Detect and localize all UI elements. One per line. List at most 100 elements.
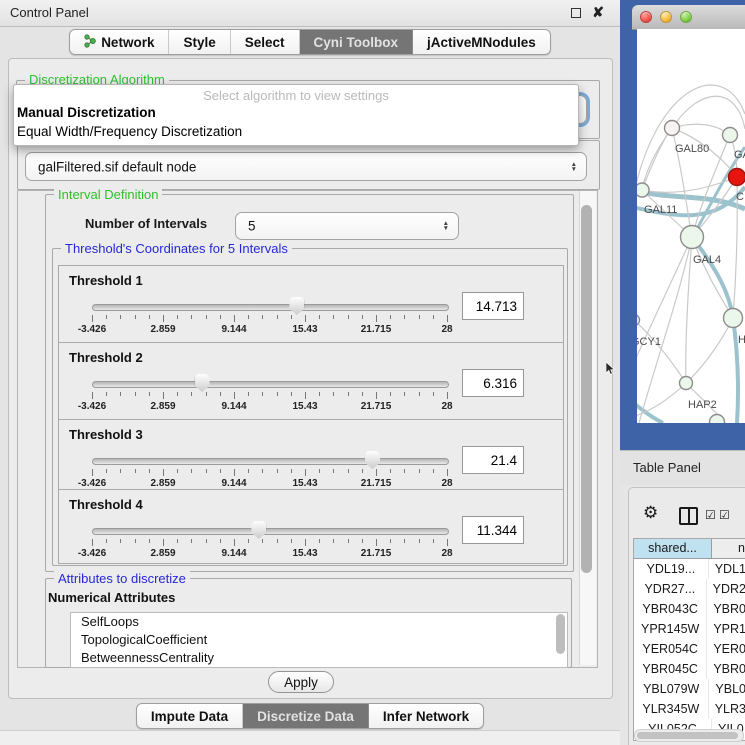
cell-name[interactable]: YPR1 (707, 619, 745, 639)
threshold-value-field[interactable]: 14.713 (462, 292, 524, 320)
threshold-value-field[interactable]: 6.316 (462, 369, 524, 397)
tick-mark (390, 315, 391, 319)
table-row[interactable]: YER054CYER0 (634, 639, 745, 659)
table-row[interactable]: YBR043CYBR0 (634, 599, 745, 619)
horizontal-scrollbar-track[interactable] (634, 729, 744, 742)
network-node-gal80[interactable] (665, 121, 680, 136)
tab-infer-network[interactable]: Infer Network (369, 704, 483, 728)
attribute-item-betweennesscentrality[interactable]: BetweennessCentrality (71, 649, 567, 667)
cell-name[interactable]: YDL1 (709, 559, 745, 579)
tab-discretize-data[interactable]: Discretize Data (243, 704, 369, 728)
tick-label: 21.715 (361, 548, 392, 559)
network-node-gal11[interactable] (637, 183, 649, 197)
tab-select[interactable]: Select (231, 30, 300, 54)
cell-shared-name[interactable]: YBR045C (634, 659, 707, 679)
panel-title: Control Panel (10, 5, 89, 20)
tick-mark (319, 392, 320, 396)
numerical-attributes-list[interactable]: SelfLoopsTopologicalCoefficientBetweenne… (70, 612, 568, 668)
zoom-traffic-light-icon[interactable] (680, 11, 692, 23)
cell-name[interactable]: YLR3 (709, 699, 745, 719)
cell-name[interactable]: YER0 (707, 639, 745, 659)
tick-mark (362, 392, 363, 396)
cell-shared-name[interactable]: YDL19... (634, 559, 709, 579)
cell-shared-name[interactable]: YER054C (634, 639, 707, 659)
checkbox-icon[interactable]: ☑ (719, 508, 730, 522)
tick-mark (333, 539, 334, 543)
tick-mark (220, 539, 221, 543)
attribute-item-topologicalcoefficient[interactable]: TopologicalCoefficient (71, 631, 567, 649)
cell-shared-name[interactable]: YDR27... (634, 579, 707, 599)
table-row[interactable]: YLR345WYLR3 (634, 699, 745, 719)
apply-button[interactable]: Apply (268, 671, 334, 693)
network-node-gal4[interactable] (681, 226, 704, 249)
slider-track[interactable] (92, 458, 449, 465)
threshold-value-field[interactable]: 11.344 (462, 516, 524, 544)
slider-thumb[interactable] (195, 374, 210, 392)
tick-label: 2.859 (150, 548, 175, 559)
cell-name[interactable]: YBR0 (707, 599, 745, 619)
horizontal-scrollbar-thumb[interactable] (637, 732, 738, 739)
float-window-icon[interactable] (571, 8, 581, 18)
tab-impute-data[interactable]: Impute Data (137, 704, 243, 728)
minimize-traffic-light-icon[interactable] (660, 11, 672, 23)
close-icon[interactable]: ✘ (592, 4, 604, 21)
table-data-combo[interactable]: galFiltered.sif default node ▲▼ (25, 152, 587, 181)
gear-icon[interactable]: ⚙ (643, 503, 658, 523)
tick-label: 9.144 (221, 478, 246, 489)
threshold-label: Threshold 4 (69, 497, 143, 512)
gray-edge (692, 237, 733, 318)
slider-thumb[interactable] (251, 521, 266, 539)
cell-shared-name[interactable]: YBL079W (634, 679, 709, 699)
slider-track[interactable] (92, 381, 449, 388)
cell-name[interactable]: YBL0 (709, 679, 745, 699)
network-node-c[interactable] (729, 169, 745, 186)
attribute-item-selfloops[interactable]: SelfLoops (71, 613, 567, 631)
tick-mark (92, 392, 93, 399)
tick-mark (305, 539, 306, 546)
network-canvas[interactable]: GAL80GALCGAL11GAL4GCY1HAHAP2 (637, 29, 745, 423)
table-row[interactable]: YBL079WYBL0 (634, 679, 745, 699)
cell-shared-name[interactable]: YBR043C (634, 599, 707, 619)
slider-track[interactable] (92, 304, 449, 311)
dropdown-option-equal-width-frequency[interactable]: Equal Width/Frequency Discretization (17, 124, 242, 139)
slider-track[interactable] (92, 528, 449, 535)
network-node-hap2[interactable] (680, 377, 693, 390)
number-of-intervals-combo[interactable]: 5 ▲▼ (235, 212, 459, 240)
cell-name[interactable]: YDR2 (707, 579, 745, 599)
network-node-ha[interactable] (724, 309, 743, 328)
table-row[interactable]: YPR145WYPR1 (634, 619, 745, 639)
tab-label: Select (245, 35, 285, 50)
dropdown-option-manual-discretization[interactable]: Manual Discretization (17, 105, 156, 120)
tab-cyni-toolbox[interactable]: Cyni Toolbox (300, 30, 414, 54)
table-data-combo-value: galFiltered.sif default node (38, 159, 196, 174)
tick-mark (419, 315, 420, 319)
checkbox-icon[interactable]: ☑ (705, 508, 716, 522)
column-header-name[interactable]: n (712, 539, 745, 558)
cell-name[interactable]: YBR0 (707, 659, 745, 679)
threshold-value-field[interactable]: 21.4 (462, 446, 524, 474)
column-header-shared-name[interactable]: shared... (634, 539, 712, 558)
vertical-scrollbar-thumb[interactable] (581, 205, 592, 573)
table-row[interactable]: YBR045CYBR0 (634, 659, 745, 679)
columns-icon[interactable] (679, 507, 698, 525)
tick-mark (419, 392, 420, 396)
node-attribute-table[interactable]: shared...nYDL19...YDL1YDR27...YDR2YBR043… (633, 538, 745, 741)
cell-shared-name[interactable]: YLR345W (634, 699, 709, 719)
table-row[interactable]: YDL19...YDL1 (634, 559, 745, 579)
slider-thumb[interactable] (289, 297, 304, 315)
attributes-scrollbar-thumb[interactable] (556, 614, 565, 654)
tab-jactivemnodules[interactable]: jActiveMNodules (413, 30, 550, 54)
close-traffic-light-icon[interactable] (640, 11, 652, 23)
network-node-gal[interactable] (723, 128, 738, 143)
slider-thumb[interactable] (365, 451, 380, 469)
network-node-gcy1[interactable] (637, 315, 640, 326)
network-node-8[interactable] (710, 415, 725, 424)
combo-arrows-icon: ▲▼ (571, 162, 577, 172)
table-row[interactable]: YDR27...YDR2 (634, 579, 745, 599)
threshold-coordinates-legend: Threshold's Coordinates for 5 Intervals (61, 241, 292, 256)
tab-network[interactable]: Network (70, 30, 169, 54)
tick-mark (319, 539, 320, 543)
cell-shared-name[interactable]: YPR145W (634, 619, 707, 639)
tick-label: 15.43 (292, 548, 317, 559)
tab-style[interactable]: Style (169, 30, 230, 54)
